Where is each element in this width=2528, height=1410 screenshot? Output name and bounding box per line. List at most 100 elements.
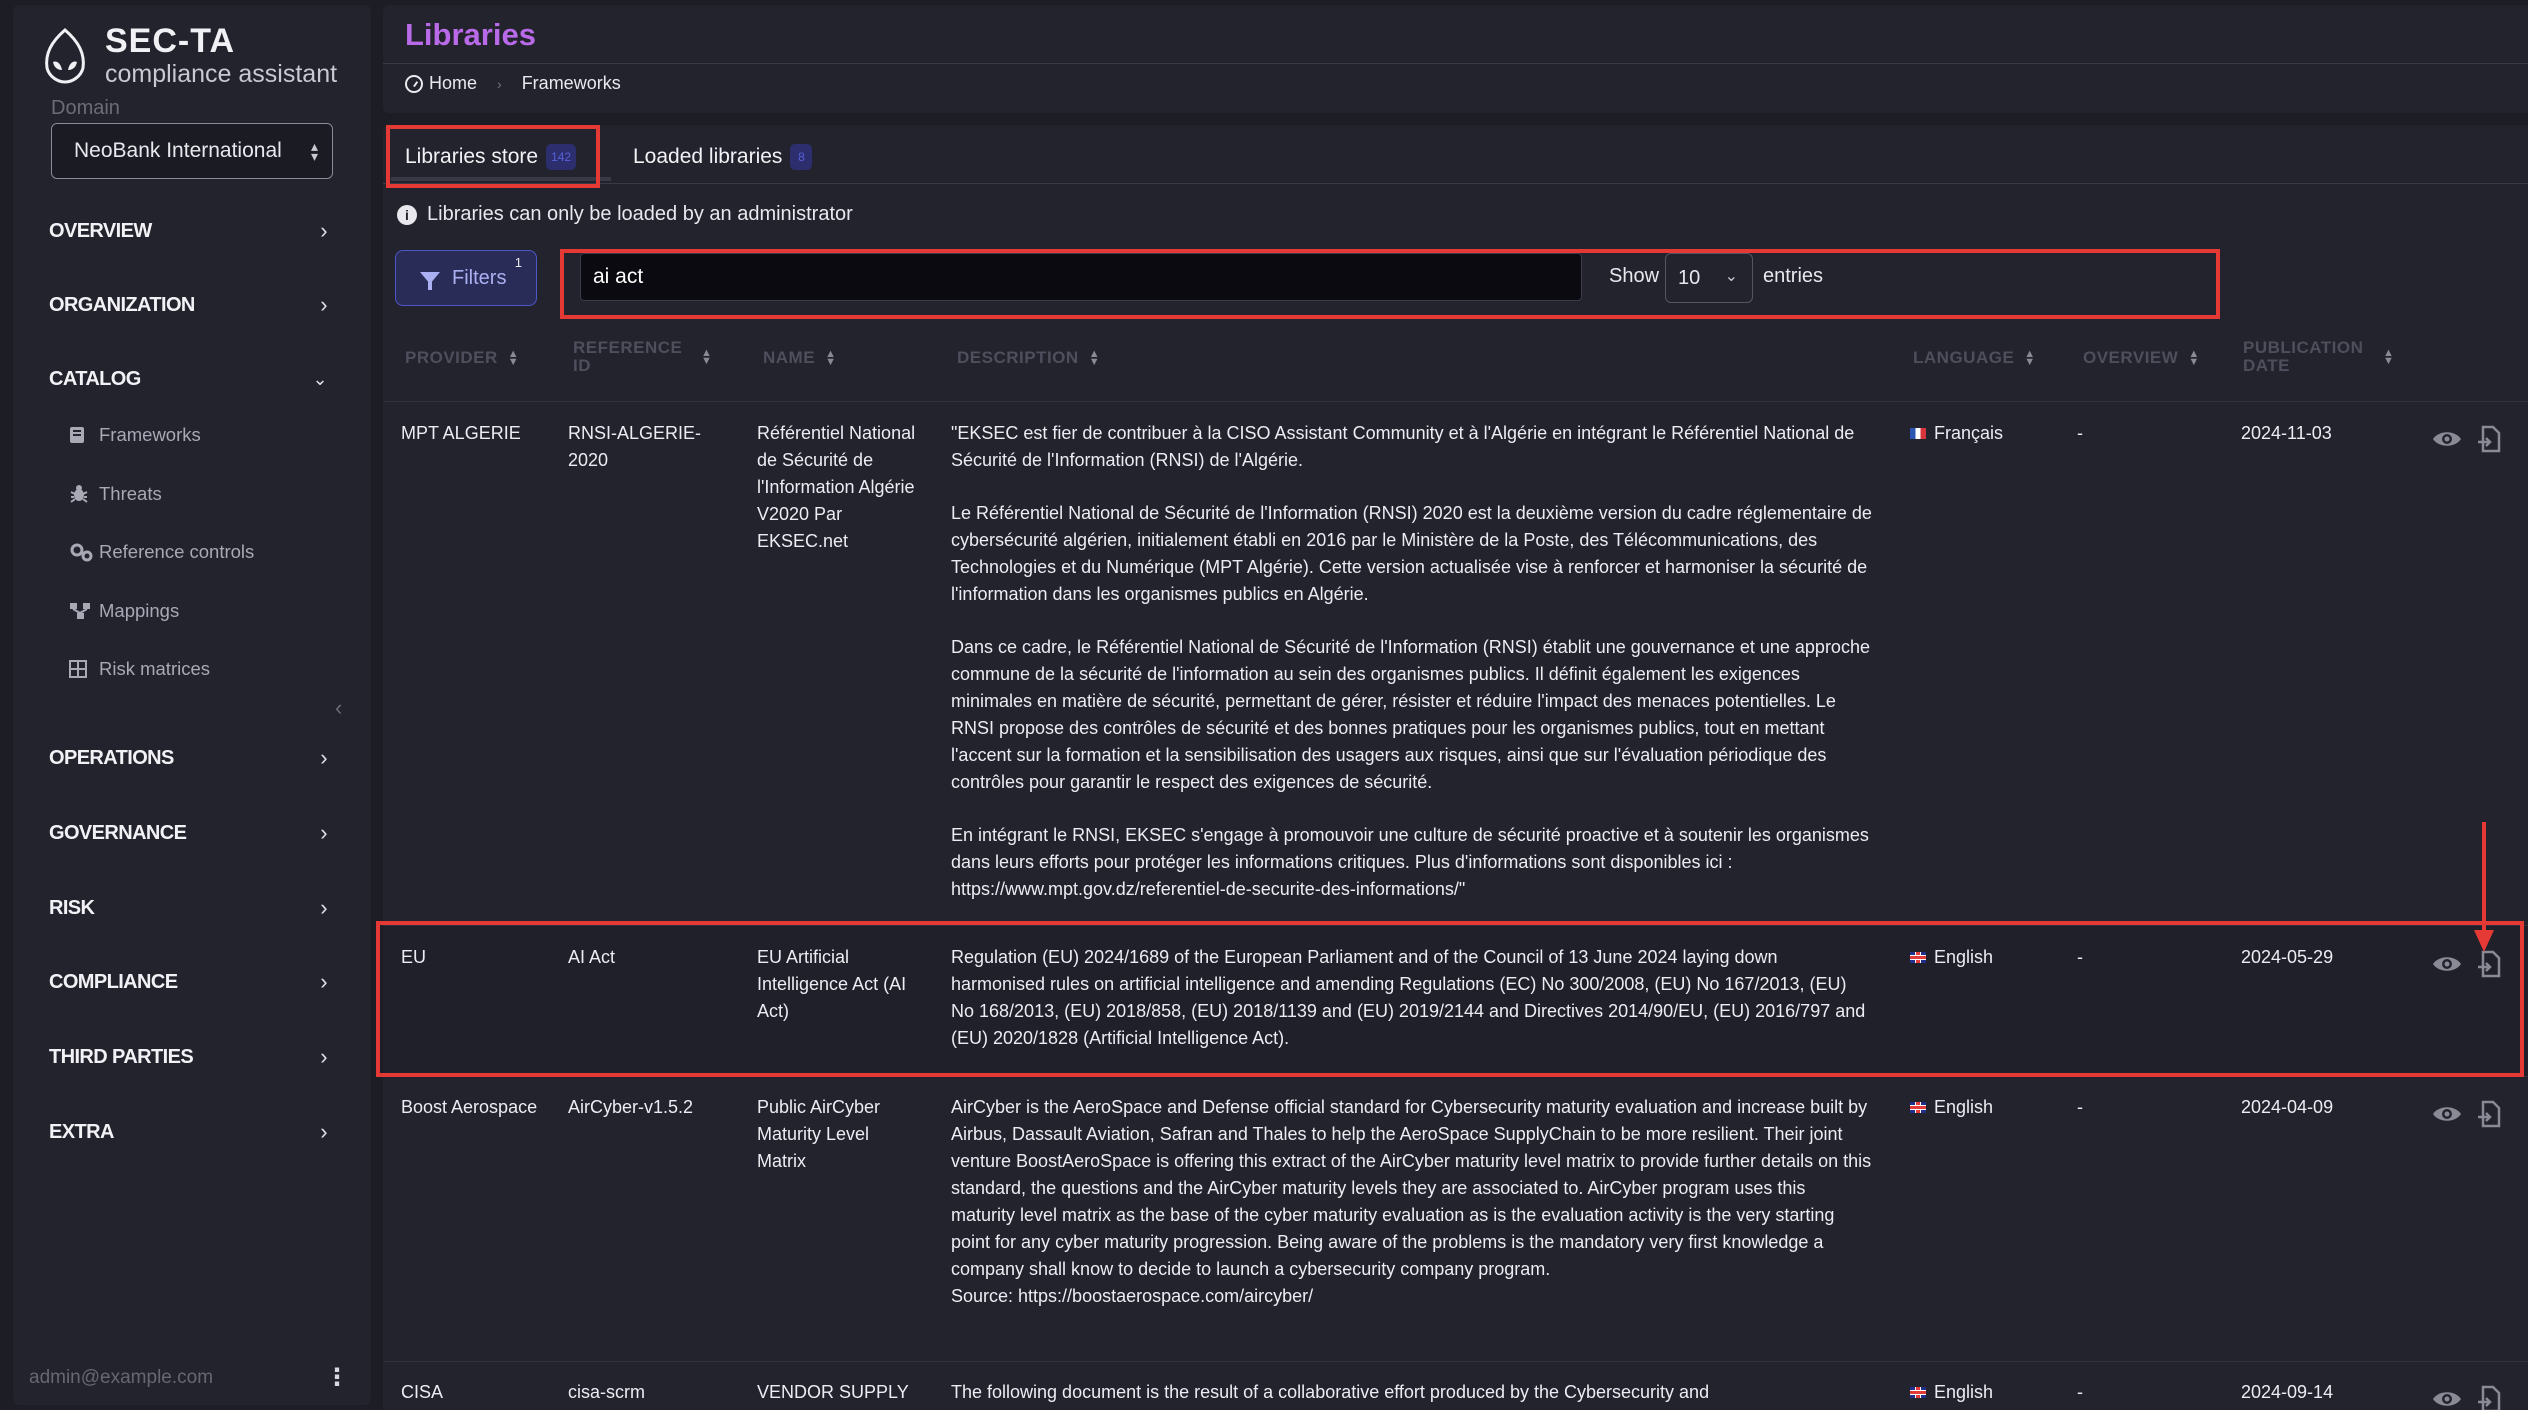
nav-governance[interactable]: GOVERNANCE › <box>49 813 329 853</box>
nav-third-parties[interactable]: THIRD PARTIES › <box>49 1037 329 1077</box>
chevron-right-icon: › <box>320 218 327 243</box>
domain-select[interactable]: NeoBank International ▴ ▾ <box>51 123 333 179</box>
nav-extra[interactable]: EXTRA › <box>49 1112 329 1152</box>
chevron-down-icon: ⌄ <box>312 368 328 389</box>
bug-icon <box>69 484 95 504</box>
more-vertical-icon[interactable]: ⋮ <box>325 1363 349 1392</box>
nav-compliance[interactable]: COMPLIANCE › <box>49 962 329 1002</box>
sidebar: SEC-TA compliance assistant Domain NeoBa… <box>13 5 371 1405</box>
filters-button[interactable]: Filters 1 <box>395 250 537 306</box>
uk-flag-icon <box>1910 1387 1926 1398</box>
description-paragraph: En intégrant le RNSI, EKSEC s'engage à p… <box>951 825 1869 899</box>
description-paragraph: Le Référentiel National de Sécurité de l… <box>951 503 1872 604</box>
description-paragraph: AirCyber is the AeroSpace and Defense of… <box>951 1097 1872 1279</box>
import-library-icon[interactable] <box>2477 425 2501 453</box>
nav-label: RISK <box>49 896 95 919</box>
breadcrumb: Home › Frameworks <box>405 73 621 94</box>
cell-name: Public AirCyber Maturity Level Matrix <box>757 1097 881 1171</box>
sidebar-item-reference-controls[interactable]: Reference controls <box>69 535 254 569</box>
cell-overview: - <box>2077 423 2083 443</box>
info-icon: i <box>397 204 417 225</box>
chevron-right-icon: › <box>320 745 327 770</box>
sort-icon: ▲ ▼ <box>1088 348 1101 368</box>
chevron-right-icon: › <box>320 820 327 845</box>
nav-catalog[interactable]: CATALOG ⌄ <box>49 359 329 399</box>
column-header-name[interactable]: NAME ▲ ▼ <box>763 348 837 368</box>
cell-overview: - <box>2077 1097 2083 1117</box>
eye-icon[interactable] <box>2431 1388 2463 1410</box>
updown-chevron-icon: ▴ ▾ <box>310 138 318 164</box>
column-header-provider[interactable]: PROVIDER ▲ ▼ <box>405 348 519 368</box>
column-label: REFERENCE ID <box>573 338 683 375</box>
nav-risk[interactable]: RISK › <box>49 888 329 928</box>
filters-label: Filters <box>452 266 507 289</box>
user-email: admin@example.com <box>29 1367 214 1388</box>
annotation-arrow-head <box>2474 930 2494 952</box>
annotation-box-row <box>376 921 2524 1077</box>
sort-icon: ▲ ▼ <box>2024 348 2036 368</box>
admin-notice: i Libraries can only be loaded by an adm… <box>397 203 853 226</box>
divider <box>383 183 2528 184</box>
compass-icon <box>405 74 423 93</box>
cell-name: VENDOR SUPPLY <box>757 1382 909 1402</box>
import-library-icon[interactable] <box>2477 1100 2501 1128</box>
page-title: Libraries <box>405 17 536 52</box>
cell-language: English <box>1910 1379 1993 1406</box>
cell-description: "EKSEC est fier de contribuer à la CISO … <box>951 420 1873 929</box>
annotation-box-search <box>560 249 2220 319</box>
language-label: English <box>1934 1097 1994 1117</box>
language-label: Français <box>1934 423 2004 443</box>
sort-icon: ▲ ▼ <box>2383 347 2395 367</box>
cell-description: The following document is the result of … <box>951 1379 1873 1410</box>
chevron-right-icon: › <box>320 292 327 317</box>
column-label: DESCRIPTION <box>957 348 1079 367</box>
gears-icon <box>69 542 95 562</box>
sidebar-item-label: Reference controls <box>99 541 255 562</box>
page-header: Libraries Home › Frameworks <box>383 5 2528 113</box>
nav-organization[interactable]: ORGANIZATION › <box>49 285 329 325</box>
eye-icon[interactable] <box>2431 428 2463 450</box>
cell-language: Français <box>1910 420 2003 447</box>
chevron-right-icon: › <box>320 969 327 994</box>
column-header-publication-date[interactable]: PUBLICATION DATE ▲ ▼ <box>2243 339 2403 375</box>
column-label: NAME <box>763 348 816 367</box>
sidebar-item-frameworks[interactable]: Frameworks <box>69 418 201 452</box>
breadcrumb-home[interactable]: Home <box>429 73 477 94</box>
tab-loaded-libraries[interactable]: Loaded libraries 8 <box>633 139 813 175</box>
app-subtitle: compliance assistant <box>105 60 338 88</box>
sidebar-item-mappings[interactable]: Mappings <box>69 594 179 628</box>
nav-label: GOVERNANCE <box>49 821 187 844</box>
filter-funnel-icon <box>420 272 440 290</box>
domain-label: Domain <box>51 97 120 119</box>
sidebar-item-label: Threats <box>99 483 162 504</box>
filters-count: 1 <box>514 255 522 270</box>
nav-label: OPERATIONS <box>49 746 174 769</box>
divider <box>383 1361 2528 1362</box>
column-label: PROVIDER <box>405 348 498 367</box>
app-root: SEC-TA compliance assistant Domain NeoBa… <box>0 0 2528 1410</box>
breadcrumb-separator: › <box>497 75 502 92</box>
nav-label: EXTRA <box>49 1120 114 1143</box>
divider <box>383 63 2528 64</box>
sidebar-item-risk-matrices[interactable]: Risk matrices <box>69 652 210 686</box>
column-header-overview[interactable]: OVERVIEW ▲ ▼ <box>2083 349 2200 368</box>
sort-icon: ▲ ▼ <box>825 348 837 368</box>
sidebar-item-label: Frameworks <box>99 424 201 445</box>
column-header-language[interactable]: LANGUAGE ▲ ▼ <box>1913 348 2036 368</box>
breadcrumb-frameworks[interactable]: Frameworks <box>522 73 621 94</box>
column-header-reference-id[interactable]: REFERENCE ID ▲ ▼ <box>573 339 713 375</box>
eye-icon[interactable] <box>2431 1103 2463 1125</box>
sidebar-item-threats[interactable]: Threats <box>69 477 162 511</box>
cell-provider: Boost Aerospace <box>401 1097 538 1117</box>
nav-overview[interactable]: OVERVIEW › <box>49 211 329 251</box>
notice-text: Libraries can only be loaded by an admin… <box>427 203 853 225</box>
chevron-right-icon: › <box>320 1119 327 1144</box>
sort-icon: ▲ ▼ <box>701 347 713 367</box>
nav-operations[interactable]: OPERATIONS › <box>49 738 329 778</box>
logo: SEC-TA compliance assistant <box>43 22 337 88</box>
import-library-icon[interactable] <box>2477 1385 2501 1410</box>
column-header-description[interactable]: DESCRIPTION ▲ ▼ <box>957 348 1101 368</box>
sidebar-item-label: Risk matrices <box>99 658 211 679</box>
book-icon <box>69 426 95 444</box>
collapse-sidebar-icon[interactable]: ‹ <box>335 695 342 721</box>
